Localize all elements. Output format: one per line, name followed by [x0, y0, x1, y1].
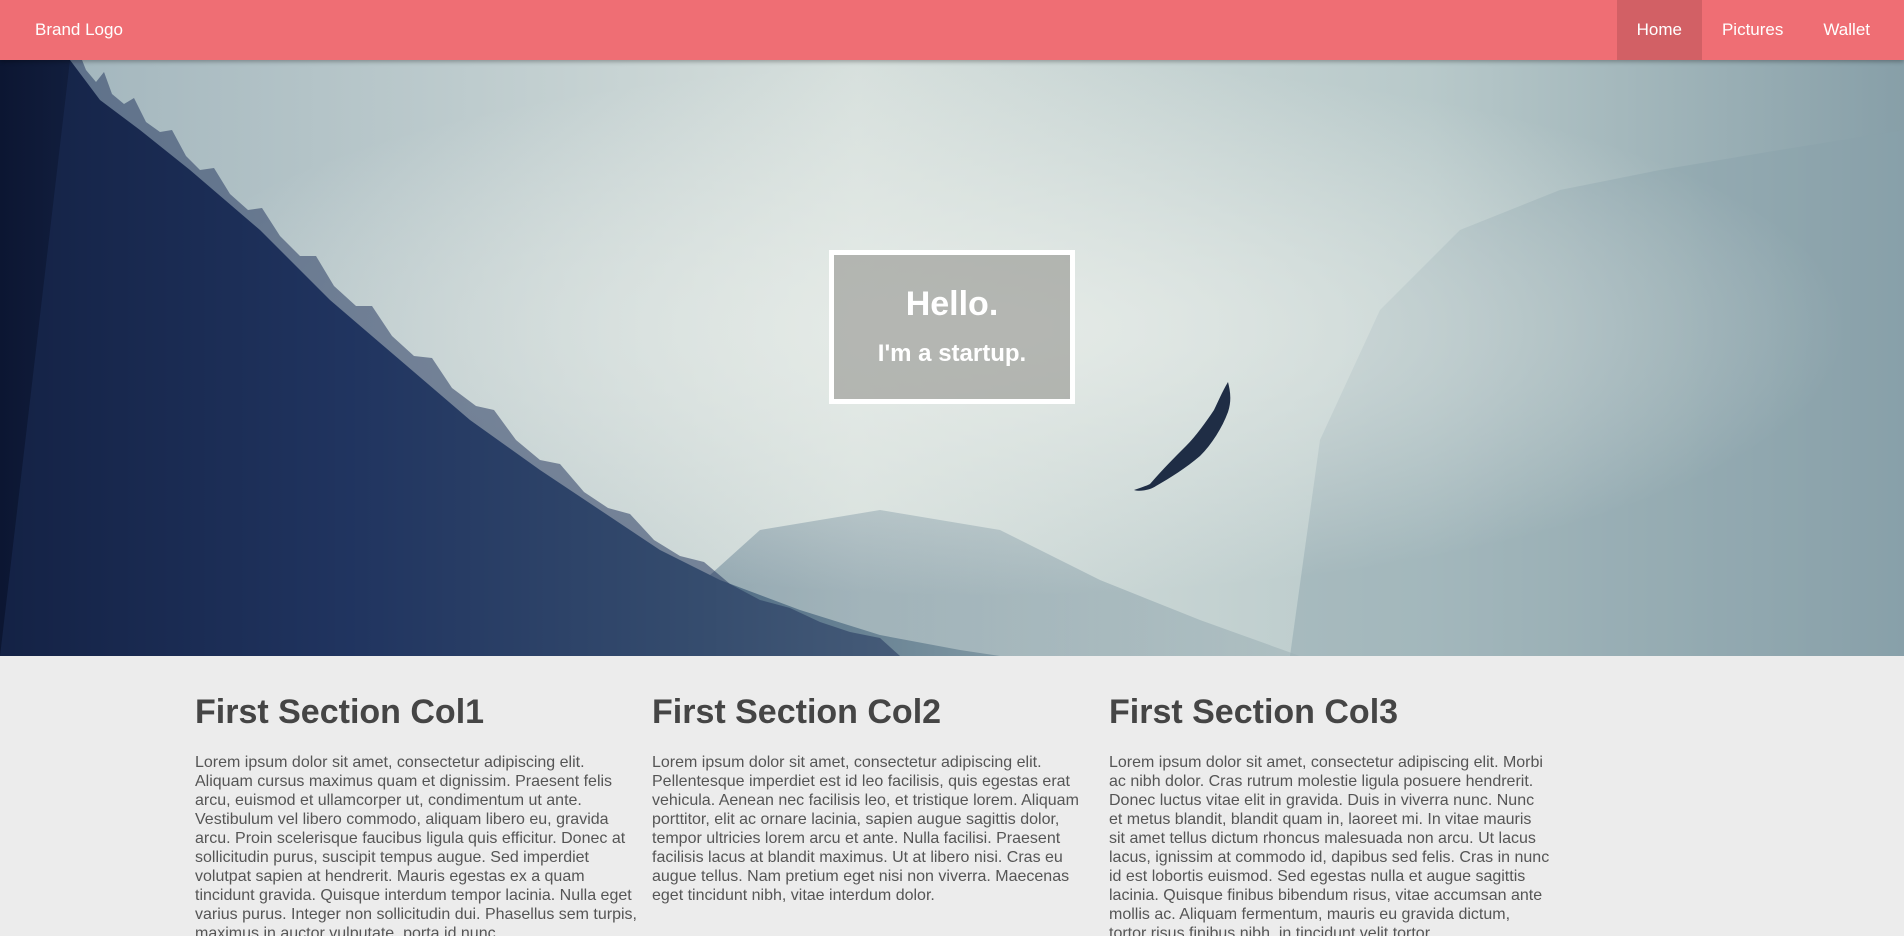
section-text-col2: Lorem ipsum dolor sit amet, consectetur … — [652, 754, 1079, 904]
nav-link-home[interactable]: Home — [1616, 0, 1702, 60]
hero-banner: Hello. I'm a startup. — [0, 60, 1904, 656]
first-section: First Section Col1 Lorem ipsum dolor sit… — [195, 656, 1715, 936]
section-heading-col3: First Section Col3 — [1109, 693, 1399, 731]
hero-box: Hello. I'm a startup. — [829, 250, 1075, 404]
hero-title: Hello. — [905, 285, 999, 323]
section-column-1: First Section Col1 Lorem ipsum dolor sit… — [195, 656, 637, 936]
nav-link-wallet[interactable]: Wallet — [1803, 0, 1890, 60]
nav-link-pictures[interactable]: Pictures — [1702, 0, 1803, 60]
section-column-2: First Section Col2 Lorem ipsum dolor sit… — [652, 656, 1094, 905]
section-column-3: First Section Col3 Lorem ipsum dolor sit… — [1109, 656, 1551, 936]
section-text-col1: Lorem ipsum dolor sit amet, consectetur … — [195, 754, 637, 936]
brand-logo[interactable]: Brand Logo — [35, 0, 123, 60]
hero-subtitle: I'm a startup. — [877, 340, 1027, 367]
section-heading-col1: First Section Col1 — [195, 693, 485, 731]
nav-links: Home Pictures Wallet — [1616, 0, 1890, 60]
section-heading-col2: First Section Col2 — [652, 693, 942, 731]
navbar: Brand Logo Home Pictures Wallet — [0, 0, 1904, 60]
section-text-col3: Lorem ipsum dolor sit amet, consectetur … — [1109, 754, 1550, 936]
